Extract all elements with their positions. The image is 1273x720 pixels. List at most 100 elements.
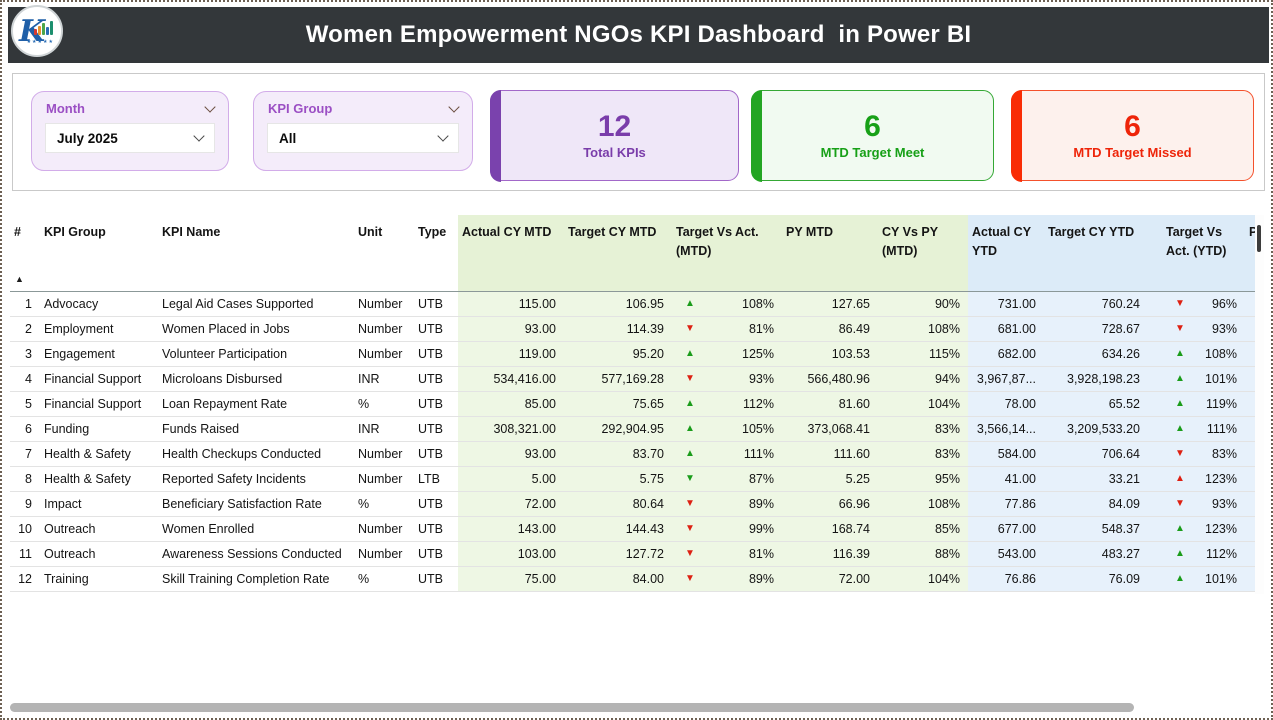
cell-actual_mtd: 72.00	[458, 492, 564, 516]
column-header-type[interactable]: Type	[414, 215, 458, 291]
cell-group: Impact	[40, 492, 158, 516]
cell-actual_mtd: 115.00	[458, 292, 564, 316]
kpi-group-slicer-header[interactable]: KPI Group	[254, 92, 472, 121]
cell-cy_py: 104%	[878, 567, 968, 591]
cell-tva_mtd: 81%	[749, 322, 774, 336]
cell-partial	[1245, 292, 1255, 316]
cell-name: Women Enrolled	[158, 517, 354, 541]
column-header-group[interactable]: KPI Group	[40, 215, 158, 291]
table-row: 4Financial SupportMicroloans DisbursedIN…	[10, 367, 1264, 392]
cell-tva_ytd: 93%	[1212, 497, 1237, 511]
cell-unit: INR	[354, 367, 414, 391]
cell-partial	[1245, 567, 1255, 591]
cell-tva_ytd: 83%	[1212, 447, 1237, 461]
triangle-down-icon: ▼	[1175, 449, 1185, 459]
chevron-down-icon[interactable]	[204, 101, 215, 112]
cell-tva_ytd: 123%	[1205, 522, 1237, 536]
cell-group: Financial Support	[40, 392, 158, 416]
cell-actual_mtd: 93.00	[458, 442, 564, 466]
cell-group: Outreach	[40, 542, 158, 566]
cell-tva_ytd: 96%	[1212, 297, 1237, 311]
cell-name: Women Placed in Jobs	[158, 317, 354, 341]
cell-cy_py: 83%	[878, 442, 968, 466]
cell-tva_mtd: 89%	[749, 497, 774, 511]
horizontal-scrollbar[interactable]	[10, 703, 1134, 712]
chevron-down-icon[interactable]	[437, 130, 448, 141]
column-header-target_mtd[interactable]: Target CY MTD	[564, 215, 672, 291]
month-dropdown[interactable]: July 2025	[45, 123, 215, 153]
cell-type: UTB	[414, 292, 458, 316]
column-header-actual_mtd[interactable]: Actual CY MTD	[458, 215, 564, 291]
cell-target_mtd: 75.65	[564, 392, 672, 416]
mtd-target-meet-label: MTD Target Meet	[821, 145, 925, 160]
cell-type: UTB	[414, 392, 458, 416]
kpi-group-dropdown[interactable]: All	[267, 123, 459, 153]
cell-num: 10	[10, 517, 40, 541]
table-row: 5Financial SupportLoan Repayment Rate%UT…	[10, 392, 1264, 417]
cell-target_ytd: 706.64	[1044, 442, 1148, 466]
triangle-up-icon: ▲	[685, 424, 695, 434]
cell-name: Reported Safety Incidents	[158, 467, 354, 491]
chevron-down-icon[interactable]	[448, 101, 459, 112]
triangle-down-icon: ▼	[685, 524, 695, 534]
table-row: 7Health & SafetyHealth Checkups Conducte…	[10, 442, 1264, 467]
table-row: 1AdvocacyLegal Aid Cases SupportedNumber…	[10, 292, 1264, 317]
cell-type: UTB	[414, 417, 458, 441]
cell-num: 2	[10, 317, 40, 341]
cell-name: Beneficiary Satisfaction Rate	[158, 492, 354, 516]
cell-num: 3	[10, 342, 40, 366]
column-header-unit[interactable]: Unit	[354, 215, 414, 291]
kpi-group-dropdown-value: All	[279, 131, 296, 146]
company-logo: K ★★★★★	[11, 5, 63, 57]
column-header-tva_mtd[interactable]: Target Vs Act. (MTD)	[672, 215, 782, 291]
column-header-actual_ytd[interactable]: Actual CY YTD	[968, 215, 1044, 291]
month-slicer-header[interactable]: Month	[32, 92, 228, 121]
cell-actual_ytd: 77.86	[968, 492, 1044, 516]
cell-target_ytd: 33.21	[1044, 467, 1148, 491]
cell-tva_mtd: ▼81%	[672, 317, 782, 341]
column-header-tva_ytd[interactable]: Target Vs Act. (YTD)	[1162, 215, 1245, 291]
cell-num: 9	[10, 492, 40, 516]
cell-num: 12	[10, 567, 40, 591]
column-header-partial[interactable]: P	[1245, 215, 1255, 291]
cell-cy_py: 115%	[878, 342, 968, 366]
cell-actual_mtd: 75.00	[458, 567, 564, 591]
cell-name: Volunteer Participation	[158, 342, 354, 366]
column-header-target_ytd[interactable]: Target CY YTD	[1044, 215, 1148, 291]
cell-actual_ytd: 543.00	[968, 542, 1044, 566]
cell-py_mtd: 72.00	[782, 567, 878, 591]
cell-tva_mtd: 125%	[742, 347, 774, 361]
kpi-table-header-row: #▲KPI GroupKPI NameUnitTypeActual CY MTD…	[10, 215, 1264, 292]
cell-unit: Number	[354, 292, 414, 316]
mtd-target-meet-value: 6	[864, 112, 881, 142]
cell-type: UTB	[414, 542, 458, 566]
dashboard-page: Women Empowerment NGOs KPI Dashboard in …	[0, 0, 1273, 720]
column-header-spacer[interactable]	[1148, 215, 1162, 291]
column-header-num[interactable]: #▲	[10, 215, 40, 291]
triangle-down-icon: ▼	[1175, 499, 1185, 509]
cell-actual_mtd: 93.00	[458, 317, 564, 341]
month-slicer-label: Month	[46, 101, 85, 116]
cell-tva_mtd: 105%	[742, 422, 774, 436]
column-header-name[interactable]: KPI Name	[158, 215, 354, 291]
vertical-scrollbar[interactable]	[1255, 215, 1264, 594]
cell-py_mtd: 103.53	[782, 342, 878, 366]
cell-target_ytd: 548.37	[1044, 517, 1148, 541]
logo-bar-chart-icon	[34, 21, 53, 35]
cell-unit: Number	[354, 342, 414, 366]
cell-tva_ytd: ▲101%	[1162, 567, 1245, 591]
month-slicer: Month July 2025	[31, 91, 229, 171]
vertical-scrollbar-thumb[interactable]	[1257, 225, 1261, 252]
cell-actual_mtd: 143.00	[458, 517, 564, 541]
cell-partial	[1245, 517, 1255, 541]
column-header-py_mtd[interactable]: PY MTD	[782, 215, 878, 291]
chevron-down-icon[interactable]	[193, 130, 204, 141]
column-header-cy_py[interactable]: CY Vs PY (MTD)	[878, 215, 968, 291]
cell-tva_ytd: 111%	[1207, 422, 1237, 436]
cell-target_mtd: 80.64	[564, 492, 672, 516]
cell-partial	[1245, 417, 1255, 441]
cell-tva_mtd: 99%	[749, 522, 774, 536]
cell-spacer	[1148, 542, 1162, 566]
cell-type: UTB	[414, 317, 458, 341]
cell-tva_mtd: ▼87%	[672, 467, 782, 491]
